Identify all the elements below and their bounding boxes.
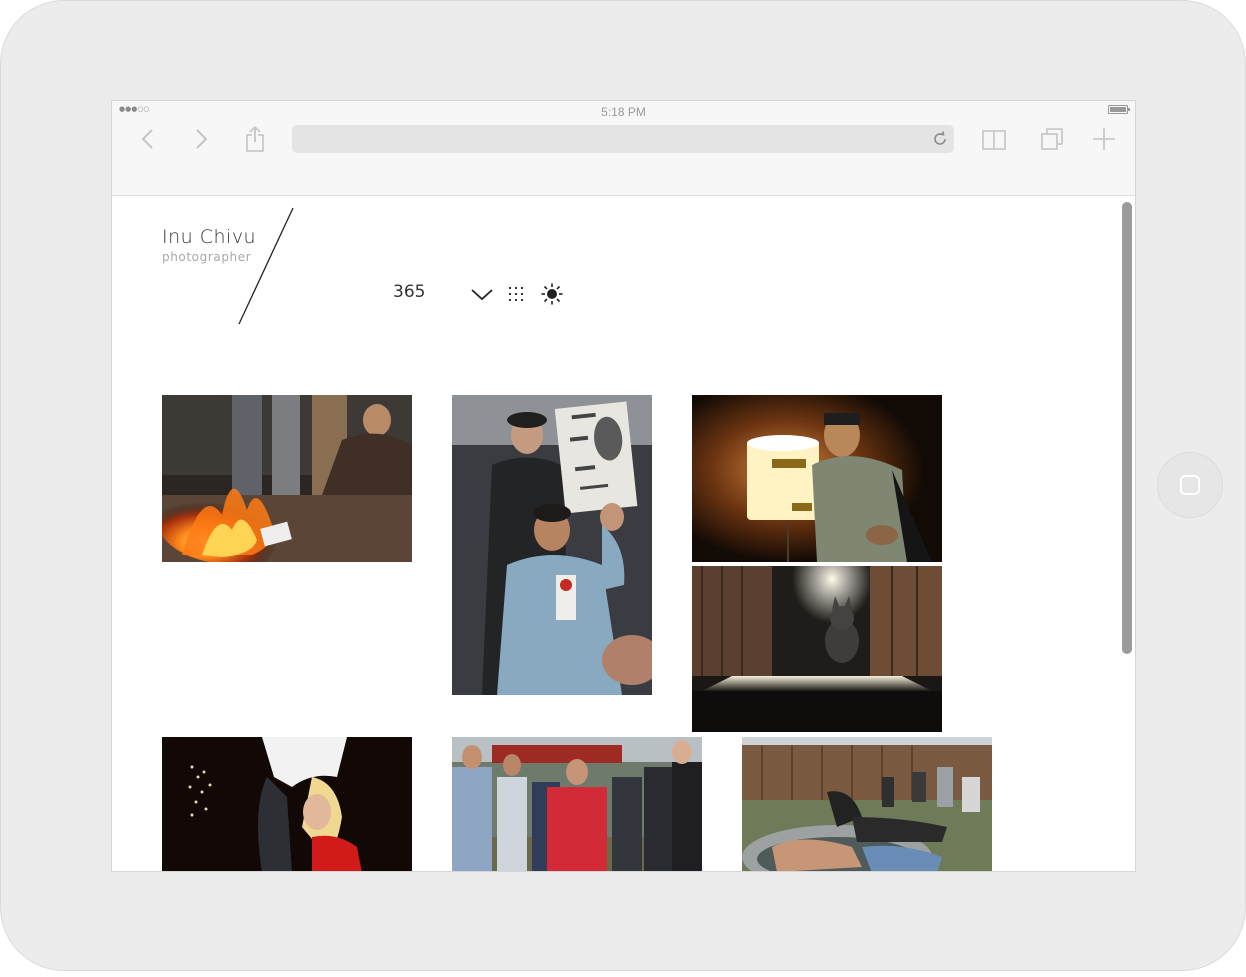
home-button[interactable]: [1157, 452, 1223, 518]
sun-icon: [541, 283, 563, 305]
battery-icon: [1108, 105, 1130, 114]
dropdown-button[interactable]: [470, 282, 494, 306]
forward-button[interactable]: [187, 125, 215, 153]
tablet-frame: ●●●○○ 5:18 PM Inu Chivu photographer 365: [0, 0, 1246, 971]
tabs-icon: [1041, 128, 1063, 150]
new-tab-button[interactable]: [1090, 125, 1118, 153]
photo-kitten-doorway-image: [692, 566, 942, 732]
photo-protest-sign[interactable]: [452, 395, 652, 695]
photo-pool-party-image: [742, 737, 992, 871]
book-icon: [982, 130, 1006, 150]
web-page: Inu Chivu photographer 365: [112, 196, 1135, 871]
browser-toolbar: ●●●○○ 5:18 PM: [112, 101, 1135, 196]
back-button[interactable]: [134, 125, 162, 153]
photo-bonfire-image: [162, 395, 412, 562]
plus-icon: [1093, 128, 1115, 150]
chevron-right-icon: [196, 129, 208, 149]
photo-dancer[interactable]: [162, 737, 412, 871]
bookmarks-button[interactable]: [980, 125, 1008, 153]
photo-dancer-image: [162, 737, 412, 871]
chevron-down-icon: [471, 289, 493, 301]
screen: ●●●○○ 5:18 PM Inu Chivu photographer 365: [111, 100, 1136, 872]
photo-crowd[interactable]: [452, 737, 702, 871]
share-icon: [246, 125, 264, 152]
address-bar[interactable]: [292, 125, 954, 155]
vertical-scrollbar[interactable]: [1122, 202, 1132, 654]
photo-pool-party[interactable]: [742, 737, 992, 871]
logo-slash-line: [238, 207, 294, 325]
photo-bonfire[interactable]: [162, 395, 412, 562]
grid-view-button[interactable]: [504, 282, 528, 306]
reload-icon[interactable]: [932, 131, 948, 147]
nav-365-link[interactable]: 365: [393, 282, 425, 302]
photo-peace-lantern-image: [692, 395, 942, 562]
chevron-left-icon: [141, 129, 153, 149]
theme-toggle-button[interactable]: [540, 282, 564, 306]
url-input[interactable]: [300, 125, 924, 155]
status-time: 5:18 PM: [601, 105, 646, 119]
photo-kitten-doorway[interactable]: [692, 566, 942, 732]
grid-dots-icon: [509, 287, 523, 301]
tabs-button[interactable]: [1038, 125, 1066, 153]
home-square-icon: [1180, 475, 1200, 495]
photo-peace-lantern[interactable]: [692, 395, 942, 562]
share-button[interactable]: [241, 125, 269, 153]
photo-crowd-image: [452, 737, 702, 871]
photo-protest-sign-image: [452, 395, 652, 695]
